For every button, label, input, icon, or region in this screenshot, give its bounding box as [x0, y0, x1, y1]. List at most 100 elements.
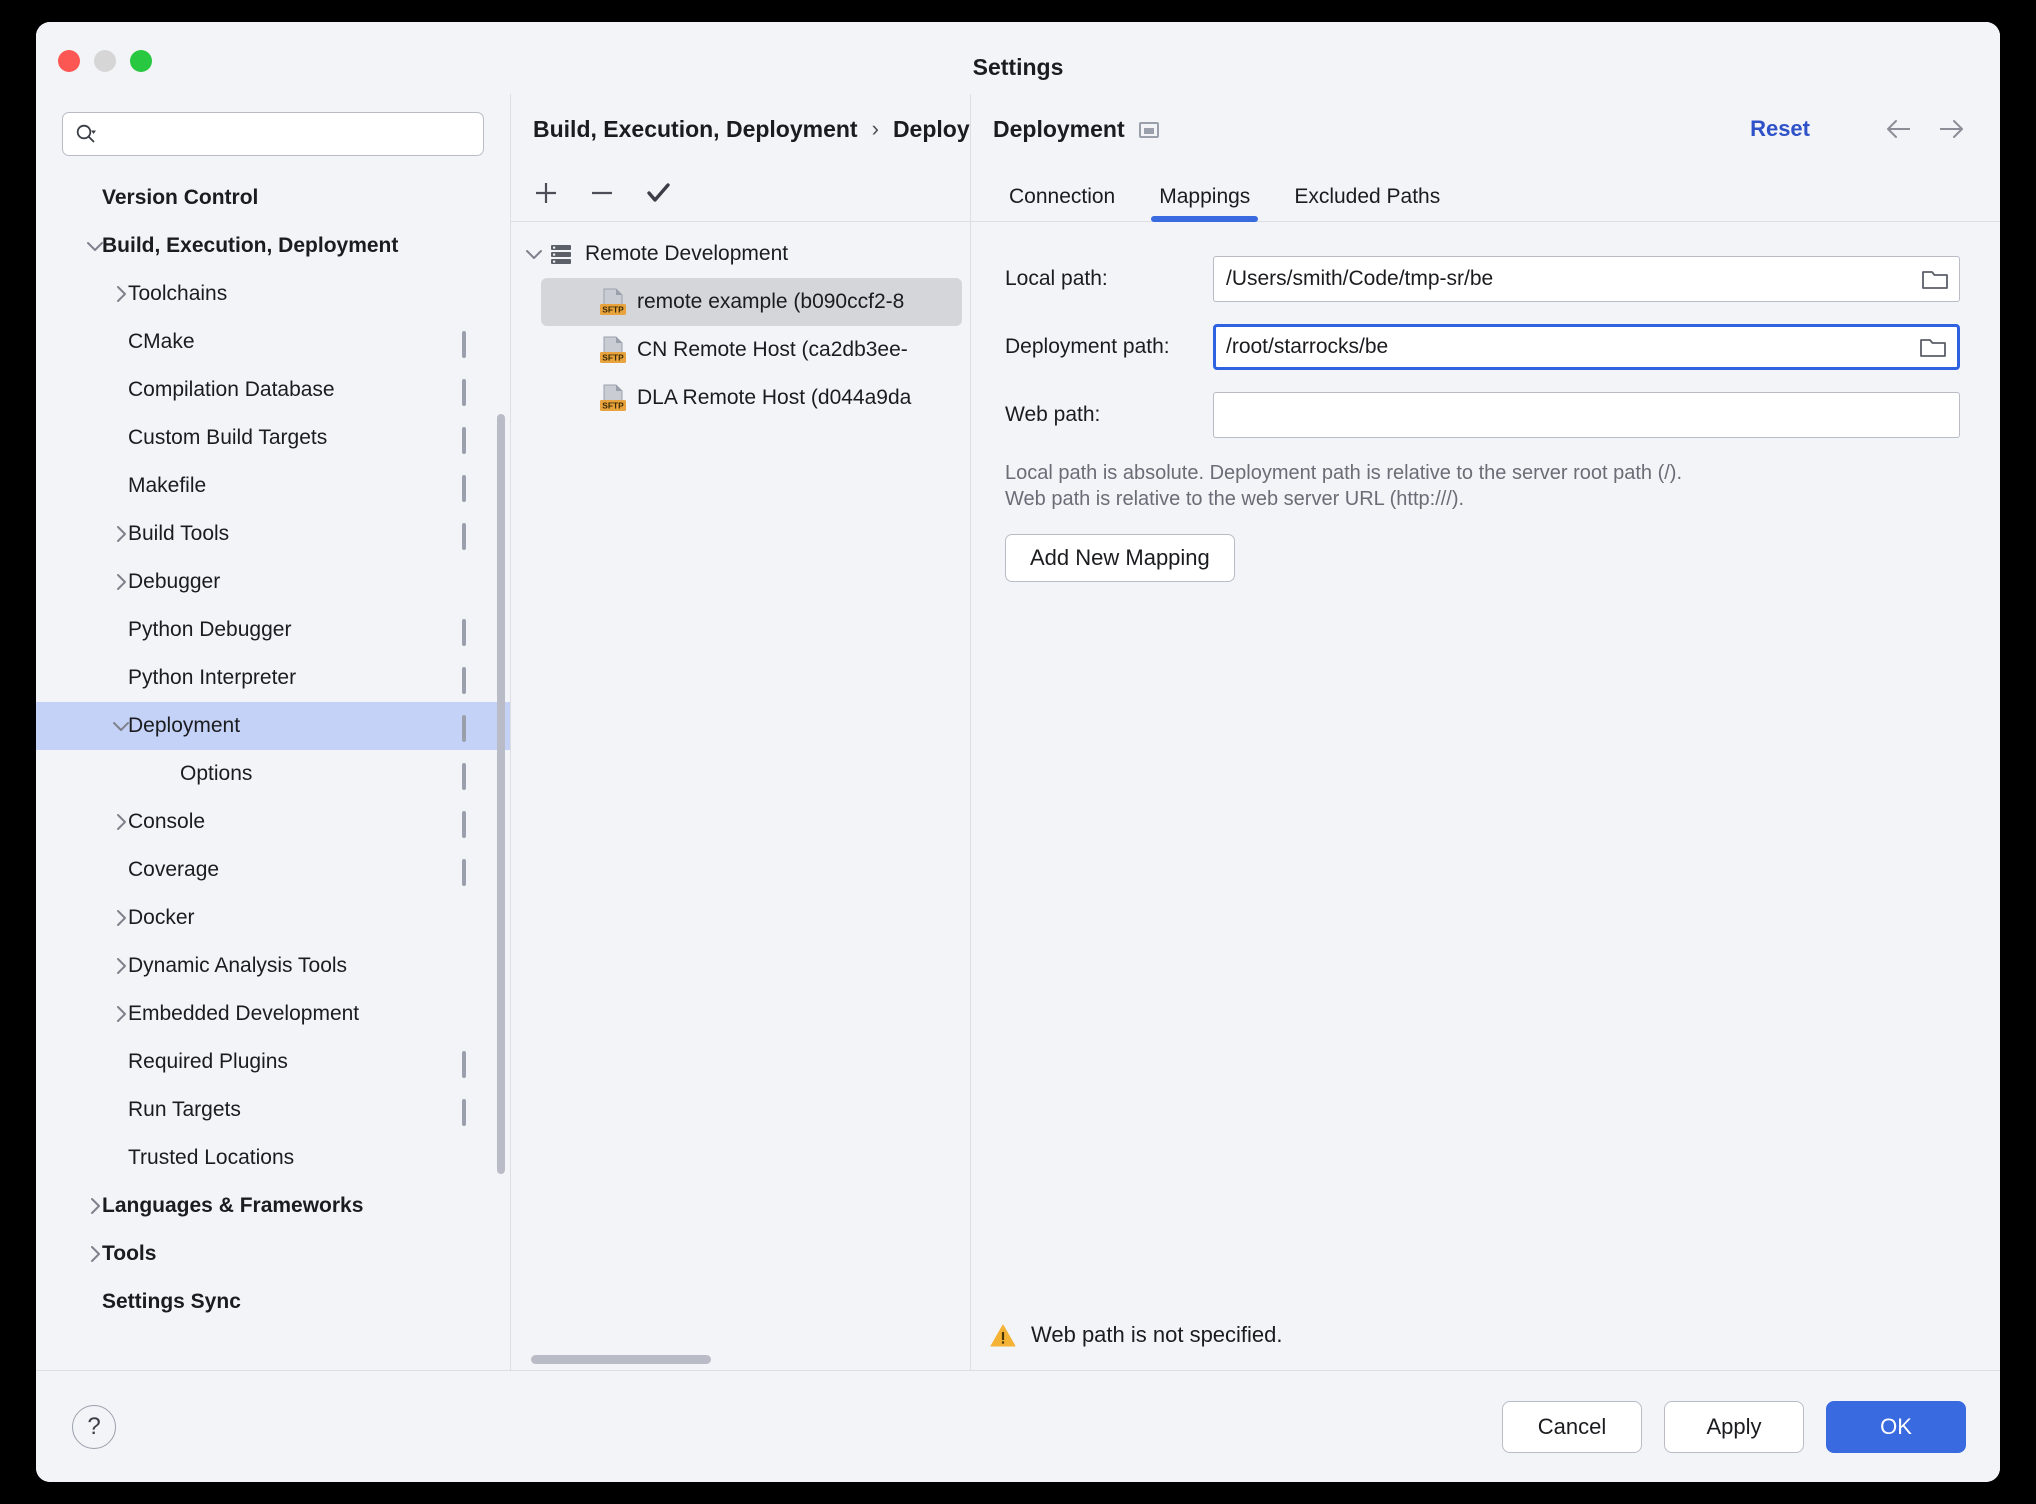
- sidebar-item-label: Tools: [102, 1242, 157, 1265]
- chevron-down-icon[interactable]: [82, 235, 108, 257]
- project-scope-icon: [462, 1005, 484, 1023]
- arrow-left-icon[interactable]: [1880, 110, 1918, 148]
- sidebar-item-run-targets[interactable]: Run Targets: [36, 1086, 510, 1134]
- sidebar-item-coverage[interactable]: Coverage: [36, 846, 510, 894]
- sidebar-item-deployment[interactable]: Deployment: [36, 702, 510, 750]
- sidebar-item-tools[interactable]: Tools: [36, 1230, 510, 1278]
- project-scope-icon: [462, 715, 484, 742]
- chevron-right-icon[interactable]: [108, 523, 134, 545]
- tab-mappings[interactable]: Mappings: [1137, 185, 1272, 222]
- breadcrumb-parent[interactable]: Build, Execution, Deployment: [533, 116, 858, 143]
- sidebar-item-custom-build-targets[interactable]: Custom Build Targets: [36, 414, 510, 462]
- sidebar-item-makefile[interactable]: Makefile: [36, 462, 510, 510]
- chevron-right-icon[interactable]: [82, 1195, 108, 1217]
- project-scope-icon: [462, 859, 484, 886]
- chevron-down-icon[interactable]: [108, 715, 134, 737]
- project-scope-icon: [462, 909, 484, 927]
- sidebar-item-compilation-database[interactable]: Compilation Database: [36, 366, 510, 414]
- servers-horizontal-scrollbar[interactable]: [531, 1355, 711, 1364]
- server-list-item[interactable]: SFTP remote example (b090ccf2-8: [541, 278, 962, 326]
- window-title: Settings: [972, 54, 1064, 80]
- breadcrumb-row: Build, Execution, Deployment › Deploymen…: [511, 94, 1025, 164]
- search-input[interactable]: [103, 123, 471, 145]
- field-input-local-path[interactable]: /Users/smith/Code/tmp-sr/be: [1213, 256, 1960, 302]
- details-panel: Deployment Reset Connection Mappings Exc…: [971, 94, 2000, 1370]
- sftp-server-icon: SFTP: [599, 287, 627, 317]
- sidebar-item-version-control[interactable]: Version Control: [36, 174, 510, 222]
- chevron-right-icon[interactable]: [108, 955, 134, 977]
- dialog-body: Version Control Build, Execution, Deploym…: [36, 94, 2000, 1370]
- server-list-item-label: DLA Remote Host (d044a9da: [637, 386, 912, 409]
- add-new-mapping-button[interactable]: Add New Mapping: [1005, 534, 1235, 582]
- sidebar-item-debugger[interactable]: Debugger: [36, 558, 510, 606]
- sidebar-item-options[interactable]: Options: [36, 750, 510, 798]
- sidebar-item-label: Makefile: [128, 474, 207, 497]
- settings-tree[interactable]: Version Control Build, Execution, Deploym…: [36, 170, 510, 1370]
- sidebar-scrollbar[interactable]: [497, 414, 505, 1174]
- arrow-right-icon[interactable]: [1932, 110, 1970, 148]
- reset-button[interactable]: Reset: [1750, 116, 1810, 142]
- breadcrumb-separator-icon: ›: [871, 116, 879, 141]
- sidebar-item-python-debugger[interactable]: Python Debugger: [36, 606, 510, 654]
- browse-folder-icon[interactable]: [1919, 335, 1947, 359]
- svg-text:SFTP: SFTP: [602, 353, 624, 363]
- tab-excluded-paths[interactable]: Excluded Paths: [1272, 185, 1462, 221]
- ok-button[interactable]: OK: [1826, 1400, 1966, 1453]
- sidebar-item-trusted-locations[interactable]: Trusted Locations: [36, 1134, 510, 1182]
- details-tabs[interactable]: Connection Mappings Excluded Paths: [971, 164, 2000, 222]
- project-scope-icon: [462, 1051, 484, 1078]
- project-scope-icon: [462, 427, 484, 454]
- chevron-right-icon[interactable]: [108, 571, 134, 593]
- chevron-down-icon[interactable]: [519, 243, 549, 265]
- chevron-right-icon[interactable]: [108, 1003, 134, 1025]
- sidebar-item-cmake[interactable]: CMake: [36, 318, 510, 366]
- chevron-right-icon[interactable]: [108, 907, 134, 929]
- mapping-fields: Local path: /Users/smith/Code/tmp-sr/be De…: [989, 256, 1960, 438]
- browse-folder-icon[interactable]: [1921, 267, 1949, 291]
- sidebar-item-toolchains[interactable]: Toolchains: [36, 270, 510, 318]
- set-default-server-button[interactable]: [641, 176, 675, 210]
- sidebar-item-languages-frameworks[interactable]: Languages & Frameworks: [36, 1182, 510, 1230]
- sidebar-item-label: Run Targets: [128, 1098, 241, 1121]
- field-row-web-path: Web path:: [989, 392, 1960, 438]
- remove-server-button[interactable]: [585, 176, 619, 210]
- details-header: Deployment Reset: [971, 94, 2000, 164]
- cancel-button[interactable]: Cancel: [1502, 1400, 1642, 1453]
- chevron-right-icon[interactable]: [82, 1243, 108, 1265]
- add-server-button[interactable]: [529, 176, 563, 210]
- project-scope-icon: [462, 1197, 484, 1215]
- details-breadcrumb: Deployment: [993, 116, 1159, 143]
- project-scope-icon: [462, 331, 484, 358]
- sidebar-item-settings-sync[interactable]: Settings Sync: [36, 1278, 510, 1326]
- project-scope-icon: [462, 1149, 484, 1167]
- field-row-local-path: Local path: /Users/smith/Code/tmp-sr/be: [989, 256, 1960, 302]
- project-scope-icon: [462, 1293, 484, 1311]
- apply-button[interactable]: Apply: [1664, 1400, 1804, 1453]
- sidebar-item-dynamic-analysis-tools[interactable]: Dynamic Analysis Tools: [36, 942, 510, 990]
- sidebar-item-label: Custom Build Targets: [128, 426, 328, 449]
- project-scope-icon: [462, 763, 484, 790]
- server-group-remote-development[interactable]: Remote Development: [511, 230, 970, 278]
- field-input-deployment-path[interactable]: /root/starrocks/be: [1213, 324, 1960, 370]
- search-box[interactable]: [62, 112, 484, 156]
- field-input-web-path[interactable]: [1213, 392, 1960, 438]
- project-scope-icon: [462, 189, 484, 207]
- server-list-item[interactable]: SFTP DLA Remote Host (d044a9da: [541, 374, 962, 422]
- servers-list[interactable]: Remote Development SFTP remote example (b0…: [511, 222, 970, 1370]
- chevron-right-icon[interactable]: [108, 811, 134, 833]
- chevron-right-icon[interactable]: [108, 283, 134, 305]
- tab-connection[interactable]: Connection: [987, 185, 1137, 221]
- help-button[interactable]: ?: [72, 1404, 116, 1449]
- settings-sidebar: Version Control Build, Execution, Deploym…: [36, 94, 511, 1370]
- sidebar-item-label: Build Tools: [128, 522, 230, 545]
- sidebar-item-required-plugins[interactable]: Required Plugins: [36, 1038, 510, 1086]
- sidebar-item-docker[interactable]: Docker: [36, 894, 510, 942]
- sidebar-item-embedded-development[interactable]: Embedded Development: [36, 990, 510, 1038]
- sidebar-item-console[interactable]: Console: [36, 798, 510, 846]
- sidebar-item-build-tools[interactable]: Build Tools: [36, 510, 510, 558]
- sidebar-item-python-interpreter[interactable]: Python Interpreter: [36, 654, 510, 702]
- server-list-item[interactable]: SFTP CN Remote Host (ca2db3ee-: [541, 326, 962, 374]
- sidebar-item-build-execution-deployment[interactable]: Build, Execution, Deployment: [36, 222, 510, 270]
- sidebar-item-label: Coverage: [128, 858, 220, 881]
- sidebar-item-label: Dynamic Analysis Tools: [128, 954, 348, 977]
